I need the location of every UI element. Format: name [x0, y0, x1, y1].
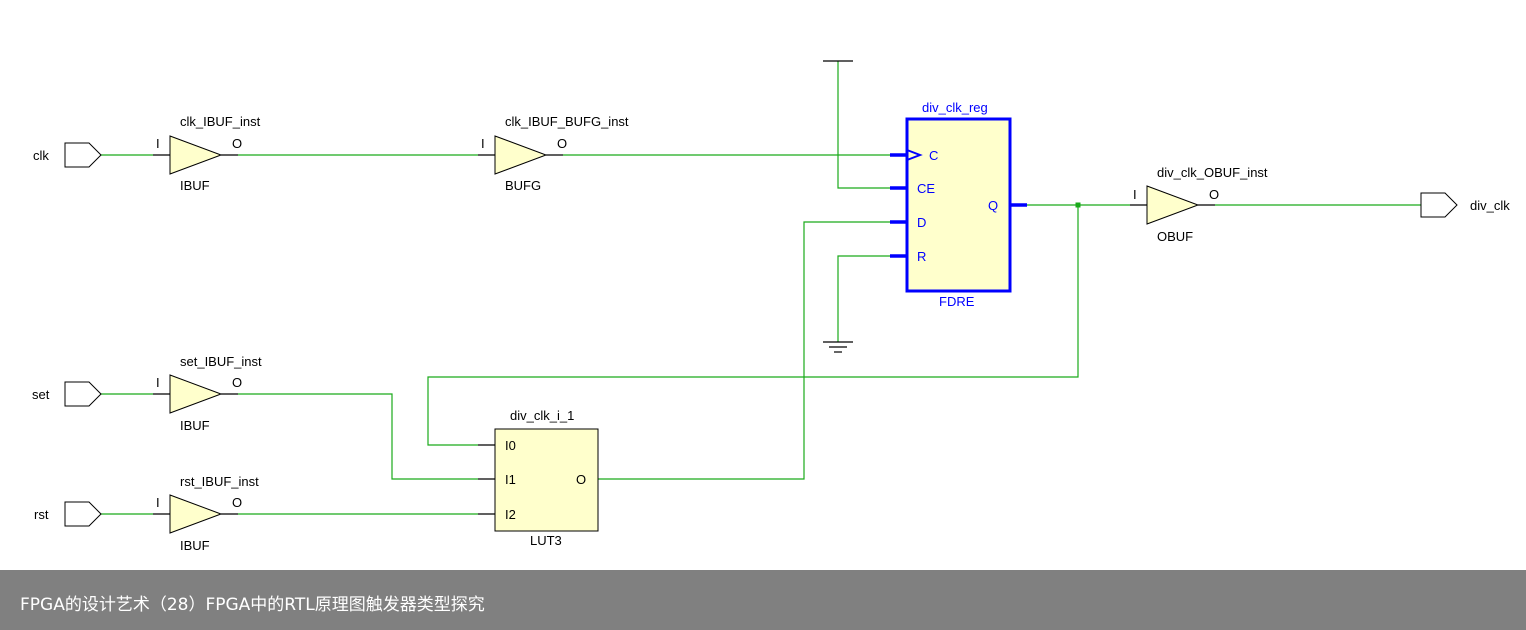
net-gnd[interactable] [837, 255, 890, 342]
cell-type: BUFG [505, 178, 541, 193]
pin-label: D [917, 215, 926, 230]
ground-symbol [823, 341, 853, 353]
pin-label: I0 [505, 438, 516, 453]
port-set[interactable]: set [32, 381, 102, 407]
port-clk[interactable]: clk [33, 142, 102, 168]
port-clk-label: clk [33, 148, 49, 163]
pin-label: C [929, 148, 938, 163]
cell-type: IBUF [180, 418, 210, 433]
port-set-label: set [32, 387, 50, 402]
cell-name: clk_IBUF_BUFG_inst [505, 114, 629, 129]
cell-type: IBUF [180, 178, 210, 193]
pin-label: I [156, 136, 160, 151]
pin-label: Q [988, 198, 998, 213]
pin-label: I1 [505, 472, 516, 487]
net-d[interactable] [598, 221, 890, 480]
cell-div-clk-reg[interactable]: div_clk_reg C CE D R Q FDRE [890, 100, 1027, 309]
cell-name: set_IBUF_inst [180, 354, 262, 369]
buffer-icon [494, 135, 548, 175]
cell-type: LUT3 [530, 533, 562, 548]
pin-label: O [232, 136, 242, 151]
caption-text: FPGA的设计艺术（28）FPGA中的RTL原理图触发器类型探究 [20, 595, 485, 615]
pin-label: CE [917, 181, 935, 196]
pin-label: R [917, 249, 926, 264]
schematic-view: clk set rst div_clk clk_IBUF_inst I O IB… [0, 0, 1526, 630]
cell-type: FDRE [939, 294, 975, 309]
pin-label: O [232, 495, 242, 510]
port-rst-label: rst [34, 507, 49, 522]
net-junction [1075, 202, 1081, 208]
cell-name: clk_IBUF_inst [180, 114, 261, 129]
pin-label: I [1133, 187, 1137, 202]
net-set-ibuf[interactable] [238, 393, 478, 480]
net-vcc[interactable] [837, 61, 890, 189]
cell-type: IBUF [180, 538, 210, 553]
pin-label: I [156, 495, 160, 510]
cell-name: div_clk_i_1 [510, 408, 574, 423]
cell-type: OBUF [1157, 229, 1193, 244]
pin-label: I2 [505, 507, 516, 522]
pin-label: O [232, 375, 242, 390]
port-div-clk-label: div_clk [1470, 198, 1510, 213]
pin-label: I [481, 136, 485, 151]
port-rst[interactable]: rst [34, 501, 102, 527]
cell-name: rst_IBUF_inst [180, 474, 259, 489]
buffer-icon [169, 135, 223, 175]
caption-bar: FPGA的设计艺术（28）FPGA中的RTL原理图触发器类型探究 [0, 570, 1526, 630]
pin-label: O [1209, 187, 1219, 202]
nets [101, 61, 1421, 515]
buffer-icon [1146, 185, 1200, 225]
cell-clk-bufg[interactable]: clk_IBUF_BUFG_inst I O BUFG [478, 114, 629, 193]
pin-label: O [557, 136, 567, 151]
buffer-icon [169, 494, 223, 534]
cell-name: div_clk_reg [922, 100, 988, 115]
pin-label: O [576, 472, 586, 487]
schematic-canvas: clk set rst div_clk clk_IBUF_inst I O IB… [32, 60, 1510, 553]
port-div-clk[interactable]: div_clk [1420, 192, 1510, 218]
buffer-icon [169, 374, 223, 414]
cell-clk-ibuf[interactable]: clk_IBUF_inst I O IBUF [153, 114, 261, 193]
pin-label: I [156, 375, 160, 390]
cell-div-clk-i-1[interactable]: div_clk_i_1 I0 I1 I2 O LUT3 [478, 408, 599, 548]
cell-name: div_clk_OBUF_inst [1157, 165, 1268, 180]
